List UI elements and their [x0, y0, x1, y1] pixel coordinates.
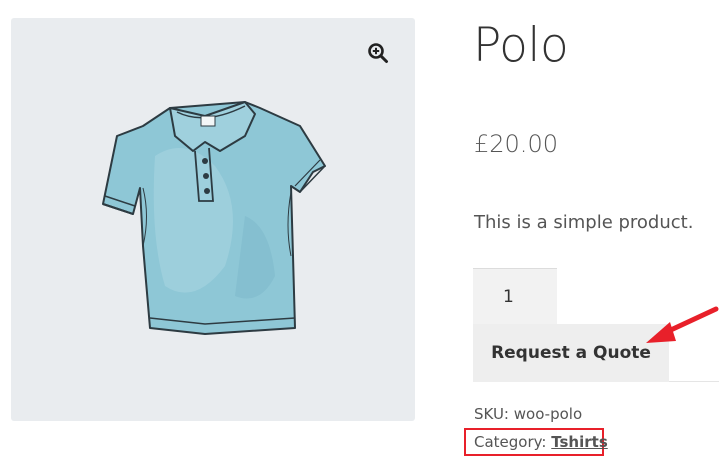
product-title: Polo — [473, 18, 569, 73]
sku-value: woo-polo — [513, 405, 583, 423]
zoom-button[interactable] — [362, 37, 394, 69]
product-price: £20.00 — [474, 130, 558, 158]
product-gallery — [11, 18, 415, 421]
quantity-field — [473, 268, 557, 325]
category-meta-highlight: Category: Tshirts — [464, 428, 608, 456]
zoom-in-icon — [368, 43, 388, 63]
quantity-input[interactable] — [473, 269, 557, 325]
category-label: Category: — [474, 433, 547, 451]
category-link[interactable]: Tshirts — [551, 433, 607, 451]
sku-label: SKU: — [474, 405, 509, 423]
product-short-description: This is a simple product. — [474, 212, 694, 233]
annotation-arrow-icon — [646, 306, 719, 343]
sku-meta: SKU: woo-polo — [474, 405, 582, 423]
product-page: Polo £20.00 This is a simple product. Re… — [0, 0, 719, 458]
form-divider — [669, 381, 719, 382]
product-image[interactable] — [95, 96, 330, 341]
